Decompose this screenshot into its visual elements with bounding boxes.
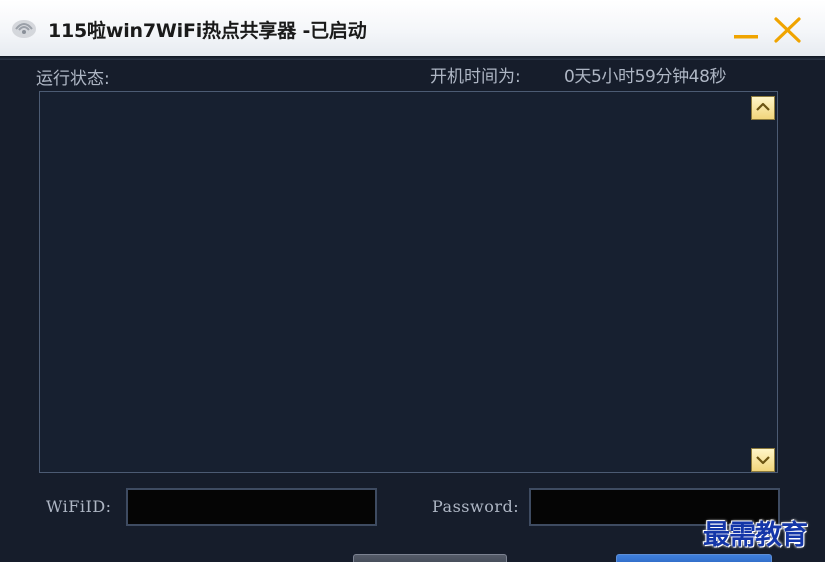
- uptime-label: 开机时间为:: [430, 67, 521, 87]
- watermark-text: 最需教育: [703, 520, 808, 551]
- scroll-down-button[interactable]: [751, 448, 775, 472]
- minimize-icon: [734, 35, 758, 39]
- run-status-label: 运行状态:: [36, 69, 110, 89]
- wifiid-label: WiFiID:: [46, 497, 112, 516]
- minimize-button[interactable]: [730, 14, 764, 44]
- uptime-value: 0天5小时59分钟48秒: [564, 67, 727, 87]
- window-title: 115啦win7WiFi热点共享器 -已启动: [48, 20, 367, 42]
- app-window: 115啦win7WiFi热点共享器 -已启动 运行状态: 开机时间为: 0天5小…: [0, 0, 825, 562]
- start-button[interactable]: [616, 554, 772, 562]
- title-bar[interactable]: 115啦win7WiFi热点共享器 -已启动: [0, 0, 825, 58]
- chevron-down-icon: [756, 456, 770, 465]
- stop-button[interactable]: [353, 554, 507, 562]
- title-bar-divider: [0, 56, 825, 60]
- close-button[interactable]: [771, 14, 805, 44]
- status-log-panel[interactable]: [39, 91, 778, 473]
- close-icon: [774, 17, 801, 43]
- chevron-up-icon: [756, 102, 770, 111]
- scroll-up-button[interactable]: [751, 96, 775, 120]
- wifiid-input[interactable]: [126, 488, 377, 526]
- password-label: Password:: [432, 497, 520, 516]
- wifi-app-icon: [10, 14, 38, 42]
